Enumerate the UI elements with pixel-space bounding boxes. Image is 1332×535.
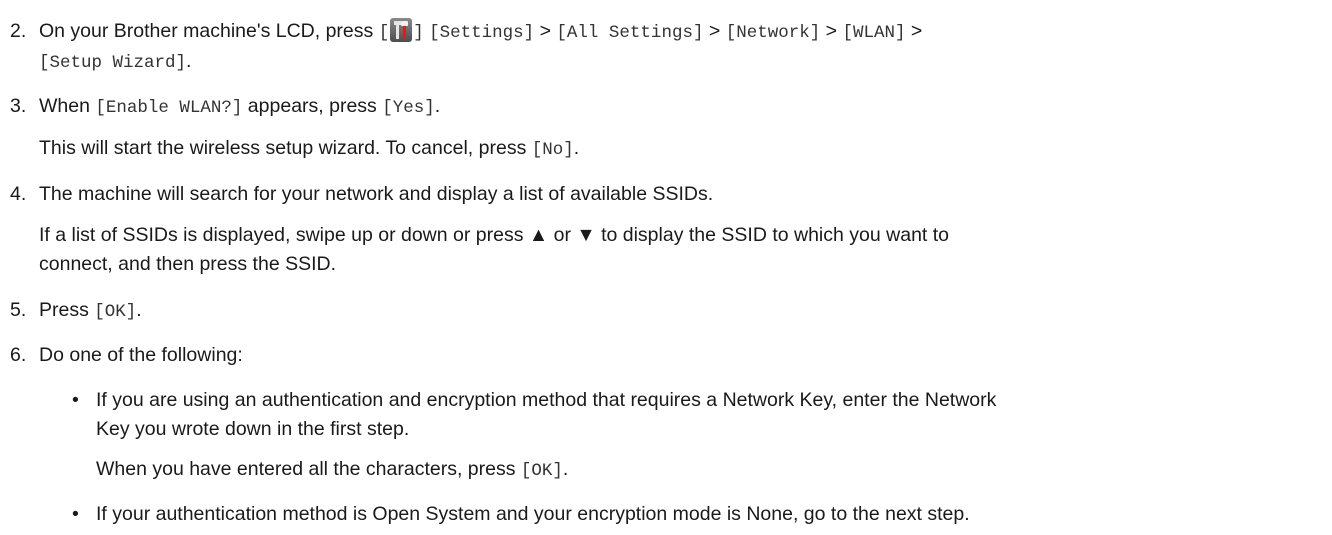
step-4-line-1: The machine will search for your network… (39, 183, 714, 205)
punct: . (562, 458, 569, 480)
menu-settings: [Settings] (429, 23, 535, 43)
step-text: appears, press (242, 95, 383, 117)
step-2-line-1: On your Brother machine's LCD, press [] … (39, 18, 922, 46)
bullet-marker: • (72, 503, 79, 525)
separator: > (534, 20, 557, 42)
step-text: When (39, 95, 96, 117)
step-text: This will start the wireless setup wizar… (39, 137, 532, 159)
step-number: 4. (10, 183, 27, 205)
separator: > (820, 20, 843, 42)
prompt-enable-wlan: [Enable WLAN?] (95, 98, 243, 118)
option-no: [No] (531, 140, 574, 160)
bracket: ] (413, 23, 424, 43)
bullet-1-line-2: Key you wrote down in the first step. (96, 418, 410, 440)
step-5-line-1: Press [OK]. (39, 297, 142, 325)
menu-setup-wizard: [Setup Wizard] (39, 53, 187, 73)
step-number: 3. (10, 95, 27, 117)
bracket: [ (378, 23, 390, 43)
menu-network: [Network] (725, 23, 821, 43)
settings-tools-icon (390, 18, 413, 42)
separator: > (905, 20, 923, 42)
step-2-line-2: [Setup Wizard]. (39, 48, 191, 76)
punct: . (136, 299, 142, 321)
step-text: Press (39, 299, 95, 321)
bullet-1-line-1: If you are using an authentication and e… (96, 389, 997, 411)
step-number: 5. (10, 299, 27, 321)
bullet-marker: • (72, 389, 79, 411)
step-3-line-1: When [Enable WLAN?] appears, press [Yes]… (39, 93, 440, 121)
punct: . (186, 50, 192, 72)
option-yes: [Yes] (382, 98, 435, 118)
menu-all-settings: [All Settings] (556, 23, 704, 43)
step-4-line-2: If a list of SSIDs is displayed, swipe u… (39, 224, 950, 246)
punct: . (434, 95, 441, 117)
menu-wlan: [WLAN] (842, 23, 906, 43)
step-text: When you have entered all the characters… (96, 458, 521, 480)
option-ok: [OK] (520, 461, 563, 481)
step-number: 6. (10, 344, 27, 366)
option-ok: [OK] (94, 302, 137, 322)
step-6-line-1: Do one of the following: (39, 344, 243, 366)
separator: > (703, 20, 726, 42)
bullet-1-line-3: When you have entered all the characters… (96, 456, 568, 484)
bullet-2-line-1: If your authentication method is Open Sy… (96, 503, 970, 525)
step-text: On your Brother machine's LCD, press (39, 20, 379, 42)
step-3-line-2: This will start the wireless setup wizar… (39, 135, 579, 163)
step-4-line-3: connect, and then press the SSID. (39, 253, 337, 275)
step-number: 2. (10, 20, 27, 42)
punct: . (573, 137, 580, 159)
